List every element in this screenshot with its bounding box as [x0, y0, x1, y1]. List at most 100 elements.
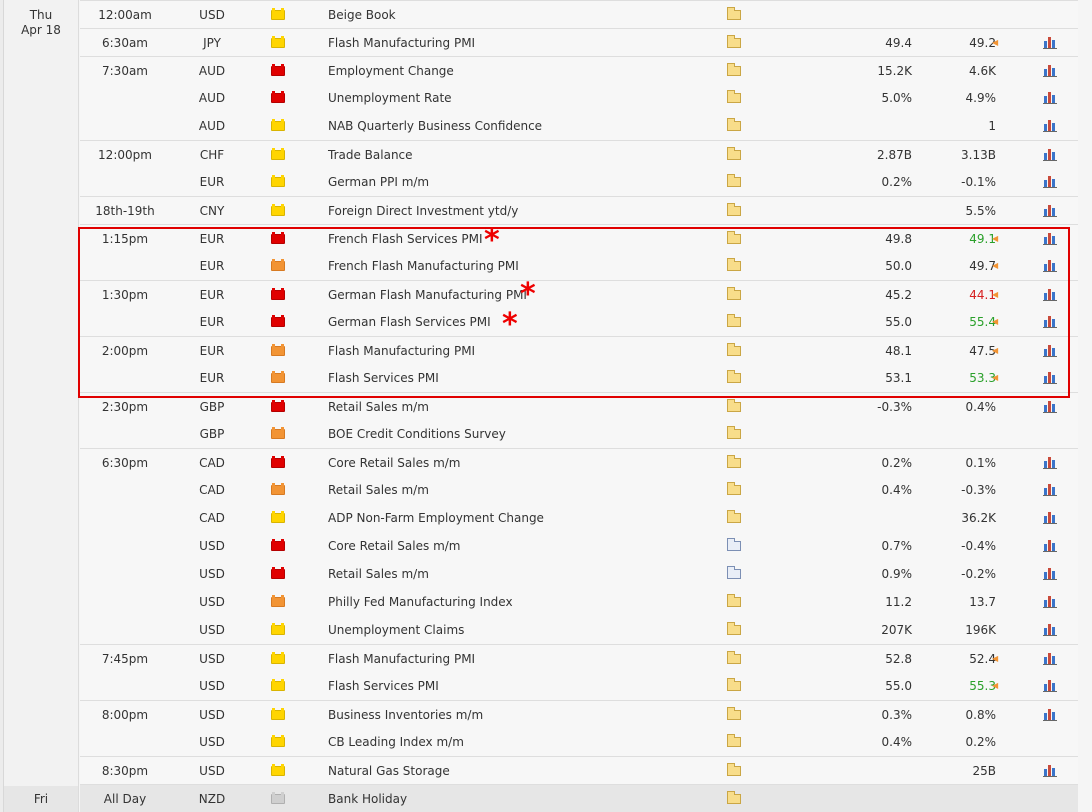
bar-chart-icon[interactable]	[1043, 511, 1057, 524]
chart-cell[interactable]	[1043, 532, 1059, 560]
folder-icon[interactable]	[727, 258, 741, 271]
chart-cell[interactable]	[1043, 672, 1059, 700]
chart-cell[interactable]	[1043, 29, 1059, 57]
table-row[interactable]: 2:00pm EUR Flash Manufacturing PMI 48.1 47.5…	[80, 336, 1078, 364]
bar-chart-icon[interactable]	[1043, 315, 1057, 328]
table-row[interactable]: USD Flash Services PMI 55.0 55.3 ◀	[80, 672, 1078, 700]
table-row[interactable]: 12:00am USD Beige Book	[80, 0, 1078, 28]
chart-cell[interactable]	[1043, 57, 1059, 85]
table-row[interactable]: 7:30am AUD Employment Change 15.2K 4.6K	[80, 56, 1078, 84]
bar-chart-icon[interactable]	[1043, 288, 1057, 301]
table-row[interactable]: 7:45pm USD Flash Manufacturing PMI 52.8 52.4…	[80, 644, 1078, 672]
chart-cell[interactable]	[1043, 308, 1059, 336]
chart-cell[interactable]	[1043, 645, 1059, 673]
table-row[interactable]: CAD ADP Non-Farm Employment Change 36.2K	[80, 504, 1078, 532]
table-row[interactable]: 1:30pm EUR German Flash Manufacturing PMI 4…	[80, 280, 1078, 308]
bar-chart-icon[interactable]	[1043, 175, 1057, 188]
table-row[interactable]: AUD NAB Quarterly Business Confidence 1	[80, 112, 1078, 140]
folder-icon[interactable]	[727, 538, 741, 551]
bar-chart-icon[interactable]	[1043, 679, 1057, 692]
detail-cell[interactable]	[727, 141, 743, 169]
detail-cell[interactable]	[727, 57, 743, 85]
table-row[interactable]: GBP BOE Credit Conditions Survey	[80, 420, 1078, 448]
detail-cell[interactable]	[727, 225, 743, 253]
bar-chart-icon[interactable]	[1043, 539, 1057, 552]
table-row[interactable]: 12:00pm CHF Trade Balance 2.87B 3.13B	[80, 140, 1078, 168]
table-row[interactable]: 8:30pm USD Natural Gas Storage 25B	[80, 756, 1078, 784]
event-title[interactable]: NAB Quarterly Business Confidence	[328, 112, 708, 140]
event-title[interactable]: Retail Sales m/m	[328, 476, 708, 504]
chart-cell[interactable]	[1043, 337, 1059, 365]
event-title[interactable]: Bank Holiday	[328, 785, 708, 812]
event-title[interactable]: Trade Balance	[328, 141, 708, 169]
chart-cell[interactable]	[1043, 588, 1059, 616]
folder-icon[interactable]	[727, 510, 741, 523]
bar-chart-icon[interactable]	[1043, 232, 1057, 245]
table-row[interactable]: All Day NZD Bank Holiday	[80, 784, 1078, 812]
table-row[interactable]: USD Unemployment Claims 207K 196K	[80, 616, 1078, 644]
table-row[interactable]: USD Core Retail Sales m/m 0.7% -0.4%	[80, 532, 1078, 560]
detail-cell[interactable]	[727, 476, 743, 504]
table-row[interactable]: USD Philly Fed Manufacturing Index 11.2 13.…	[80, 588, 1078, 616]
chart-cell[interactable]	[1043, 141, 1059, 169]
folder-icon[interactable]	[727, 370, 741, 383]
folder-icon[interactable]	[727, 622, 741, 635]
bar-chart-icon[interactable]	[1043, 764, 1057, 777]
detail-cell[interactable]	[727, 364, 743, 392]
event-title[interactable]: German Flash Manufacturing PMI	[328, 281, 708, 309]
chart-cell[interactable]	[1043, 449, 1059, 477]
folder-icon[interactable]	[727, 482, 741, 495]
detail-cell[interactable]	[727, 1, 743, 29]
detail-cell[interactable]	[727, 672, 743, 700]
folder-icon[interactable]	[727, 455, 741, 468]
event-title[interactable]: Beige Book	[328, 1, 708, 29]
event-title[interactable]: French Flash Services PMI	[328, 225, 708, 253]
chart-cell[interactable]	[1043, 197, 1059, 225]
folder-icon[interactable]	[727, 203, 741, 216]
chart-cell[interactable]	[1043, 616, 1059, 644]
chart-cell[interactable]	[1043, 393, 1059, 421]
folder-icon[interactable]	[727, 63, 741, 76]
detail-cell[interactable]	[727, 29, 743, 57]
chart-cell[interactable]	[1043, 364, 1059, 392]
bar-chart-icon[interactable]	[1043, 36, 1057, 49]
bar-chart-icon[interactable]	[1043, 371, 1057, 384]
chart-cell[interactable]	[1043, 84, 1059, 112]
event-title[interactable]: Philly Fed Manufacturing Index	[328, 588, 708, 616]
folder-icon[interactable]	[727, 734, 741, 747]
event-title[interactable]: Retail Sales m/m	[328, 560, 708, 588]
table-row[interactable]: USD Retail Sales m/m 0.9% -0.2%	[80, 560, 1078, 588]
detail-cell[interactable]	[727, 532, 743, 560]
table-row[interactable]: EUR German PPI m/m 0.2% -0.1%	[80, 168, 1078, 196]
event-title[interactable]: Flash Services PMI	[328, 364, 708, 392]
folder-icon[interactable]	[727, 399, 741, 412]
folder-icon[interactable]	[727, 594, 741, 607]
table-row[interactable]: AUD Unemployment Rate 5.0% 4.9%	[80, 84, 1078, 112]
folder-icon[interactable]	[727, 147, 741, 160]
folder-icon[interactable]	[727, 314, 741, 327]
folder-icon[interactable]	[727, 118, 741, 131]
detail-cell[interactable]	[727, 420, 743, 448]
bar-chart-icon[interactable]	[1043, 400, 1057, 413]
chart-cell[interactable]	[1043, 112, 1059, 140]
table-row[interactable]: CAD Retail Sales m/m 0.4% -0.3%	[80, 476, 1078, 504]
detail-cell[interactable]	[727, 281, 743, 309]
chart-cell[interactable]	[1043, 701, 1059, 729]
detail-cell[interactable]	[727, 728, 743, 756]
detail-cell[interactable]	[727, 393, 743, 421]
chart-cell[interactable]	[1043, 476, 1059, 504]
folder-icon[interactable]	[727, 651, 741, 664]
folder-icon[interactable]	[727, 707, 741, 720]
detail-cell[interactable]	[727, 757, 743, 785]
detail-cell[interactable]	[727, 588, 743, 616]
bar-chart-icon[interactable]	[1043, 483, 1057, 496]
table-row[interactable]: EUR Flash Services PMI 53.1 53.3 ◀	[80, 364, 1078, 392]
detail-cell[interactable]	[727, 84, 743, 112]
table-row[interactable]: USD CB Leading Index m/m 0.4% 0.2%	[80, 728, 1078, 756]
bar-chart-icon[interactable]	[1043, 456, 1057, 469]
table-row[interactable]: 18th-19th CNY Foreign Direct Investment yt…	[80, 196, 1078, 224]
event-title[interactable]: Core Retail Sales m/m	[328, 532, 708, 560]
detail-cell[interactable]	[727, 197, 743, 225]
detail-cell[interactable]	[727, 560, 743, 588]
event-title[interactable]: Flash Manufacturing PMI	[328, 645, 708, 673]
